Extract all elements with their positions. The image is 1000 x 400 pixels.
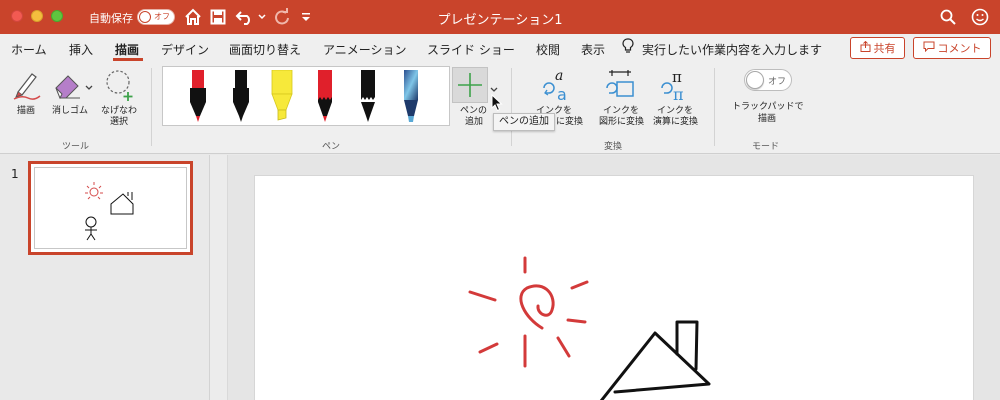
slide-thumbnail[interactable] bbox=[28, 161, 193, 255]
pen-gallery bbox=[162, 66, 450, 126]
highlighter-yellow-icon[interactable] bbox=[270, 69, 294, 127]
tab-animations[interactable]: アニメーション bbox=[323, 41, 407, 58]
slides-panel: 1 bbox=[0, 155, 210, 400]
tools-group-label: ツール bbox=[62, 142, 90, 152]
save-icon[interactable] bbox=[208, 7, 228, 27]
lasso-select-icon[interactable] bbox=[104, 67, 136, 104]
mode-group-label: モード bbox=[752, 142, 780, 152]
thumbnail-drawing bbox=[85, 182, 134, 241]
undo-icon[interactable] bbox=[234, 7, 256, 27]
pen-red-icon[interactable] bbox=[188, 70, 208, 127]
active-tab-indicator bbox=[113, 58, 143, 61]
eraser-icon[interactable] bbox=[52, 68, 82, 103]
slide-thumbnail-canvas bbox=[34, 167, 187, 249]
tell-me-search[interactable]: 実行したい作業内容を入力します bbox=[642, 41, 822, 58]
tab-view[interactable]: 表示 bbox=[581, 41, 605, 58]
autosave-state: オフ bbox=[154, 12, 170, 21]
comments-button[interactable]: コメント bbox=[913, 37, 991, 59]
slide-canvas[interactable] bbox=[254, 175, 974, 400]
customize-toolbar-icon[interactable] bbox=[299, 7, 313, 27]
autosave-toggle-knob bbox=[139, 11, 151, 23]
svg-text:a: a bbox=[555, 68, 563, 84]
lasso-label-line1: なげなわ bbox=[101, 106, 138, 116]
share-button[interactable]: 共有 bbox=[850, 37, 905, 59]
add-pen-button[interactable] bbox=[452, 67, 488, 103]
tab-slide-show[interactable]: スライド ショー bbox=[427, 41, 515, 58]
mouse-pointer-icon bbox=[491, 93, 503, 115]
ink-to-shape-label-line2: 図形に変換 bbox=[599, 117, 645, 127]
tab-draw[interactable]: 描画 bbox=[115, 41, 139, 58]
pen-black-icon[interactable] bbox=[231, 70, 251, 127]
add-pen-tooltip: ペンの追加 bbox=[493, 113, 555, 131]
trackpad-toggle-state: オフ bbox=[768, 77, 787, 87]
ribbon-tabs: ホーム 挿入 描画 デザイン 画面切り替え アニメーション スライド ショー 校… bbox=[0, 34, 1000, 62]
maximize-window-button[interactable] bbox=[51, 10, 63, 22]
ink-to-text-icon[interactable]: aa bbox=[540, 68, 574, 105]
group-divider bbox=[714, 68, 715, 146]
slide-number: 1 bbox=[11, 167, 19, 181]
ink-to-shape-icon[interactable] bbox=[603, 68, 637, 105]
autosave-label: 自動保存 bbox=[89, 12, 133, 25]
pens-group-label: ペン bbox=[322, 142, 341, 152]
share-icon bbox=[860, 40, 871, 55]
search-icon[interactable] bbox=[938, 7, 958, 27]
close-window-button[interactable] bbox=[11, 10, 23, 22]
pencil-black-icon[interactable] bbox=[358, 70, 378, 127]
share-label: 共有 bbox=[873, 42, 896, 55]
add-pen-label-line1: ペンの bbox=[460, 106, 488, 116]
draw-pen-icon[interactable] bbox=[12, 68, 42, 103]
redo-icon[interactable] bbox=[272, 7, 292, 27]
svg-text:a: a bbox=[557, 85, 567, 102]
eraser-label: 消しゴム bbox=[52, 106, 89, 116]
draw-tool-label: 描画 bbox=[17, 106, 36, 116]
group-divider bbox=[151, 68, 152, 146]
autosave-toggle[interactable]: オフ bbox=[137, 9, 175, 25]
lightbulb-icon bbox=[622, 38, 634, 57]
trackpad-toggle-knob bbox=[746, 71, 764, 89]
comment-icon bbox=[923, 41, 935, 55]
minimize-window-button[interactable] bbox=[31, 10, 43, 22]
trackpad-label-line1: トラックパッドで bbox=[732, 102, 804, 112]
ink-to-math-label-line2: 演算に変換 bbox=[653, 117, 699, 127]
ink-to-shape-label-line1: インクを bbox=[603, 106, 640, 116]
eraser-dropdown-icon[interactable] bbox=[85, 80, 93, 94]
lasso-label-line2: 選択 bbox=[110, 117, 129, 127]
ink-to-text-label-line2: に変換 bbox=[556, 117, 584, 127]
tab-home[interactable]: ホーム bbox=[11, 41, 47, 58]
ink-to-math-label-line1: インクを bbox=[657, 106, 694, 116]
tab-design[interactable]: デザイン bbox=[161, 41, 209, 58]
slides-panel-scrollbar[interactable] bbox=[210, 155, 228, 400]
tab-insert[interactable]: 挿入 bbox=[69, 41, 93, 58]
group-divider bbox=[511, 68, 512, 146]
pen-galaxy-icon[interactable] bbox=[401, 70, 421, 127]
comment-label: コメント bbox=[937, 42, 982, 55]
tab-review[interactable]: 校閲 bbox=[536, 41, 560, 58]
tab-transitions[interactable]: 画面切り替え bbox=[229, 41, 301, 58]
convert-group-label: 変換 bbox=[604, 142, 623, 152]
title-bar: 自動保存 オフ プレゼンテーション1 bbox=[0, 0, 1000, 34]
svg-text:π: π bbox=[673, 85, 684, 102]
pencil-red-icon[interactable] bbox=[315, 70, 335, 127]
home-icon[interactable] bbox=[183, 7, 203, 27]
svg-text:π: π bbox=[672, 68, 682, 86]
trackpad-label-line2: 描画 bbox=[758, 114, 777, 124]
trackpad-draw-toggle[interactable]: オフ bbox=[744, 69, 792, 91]
add-pen-label-line2: 追加 bbox=[465, 117, 484, 127]
ink-drawing bbox=[468, 256, 711, 400]
undo-dropdown-icon[interactable] bbox=[257, 7, 267, 27]
smiley-feedback-icon[interactable] bbox=[970, 7, 990, 27]
ink-to-math-icon[interactable]: ππ bbox=[658, 68, 692, 105]
